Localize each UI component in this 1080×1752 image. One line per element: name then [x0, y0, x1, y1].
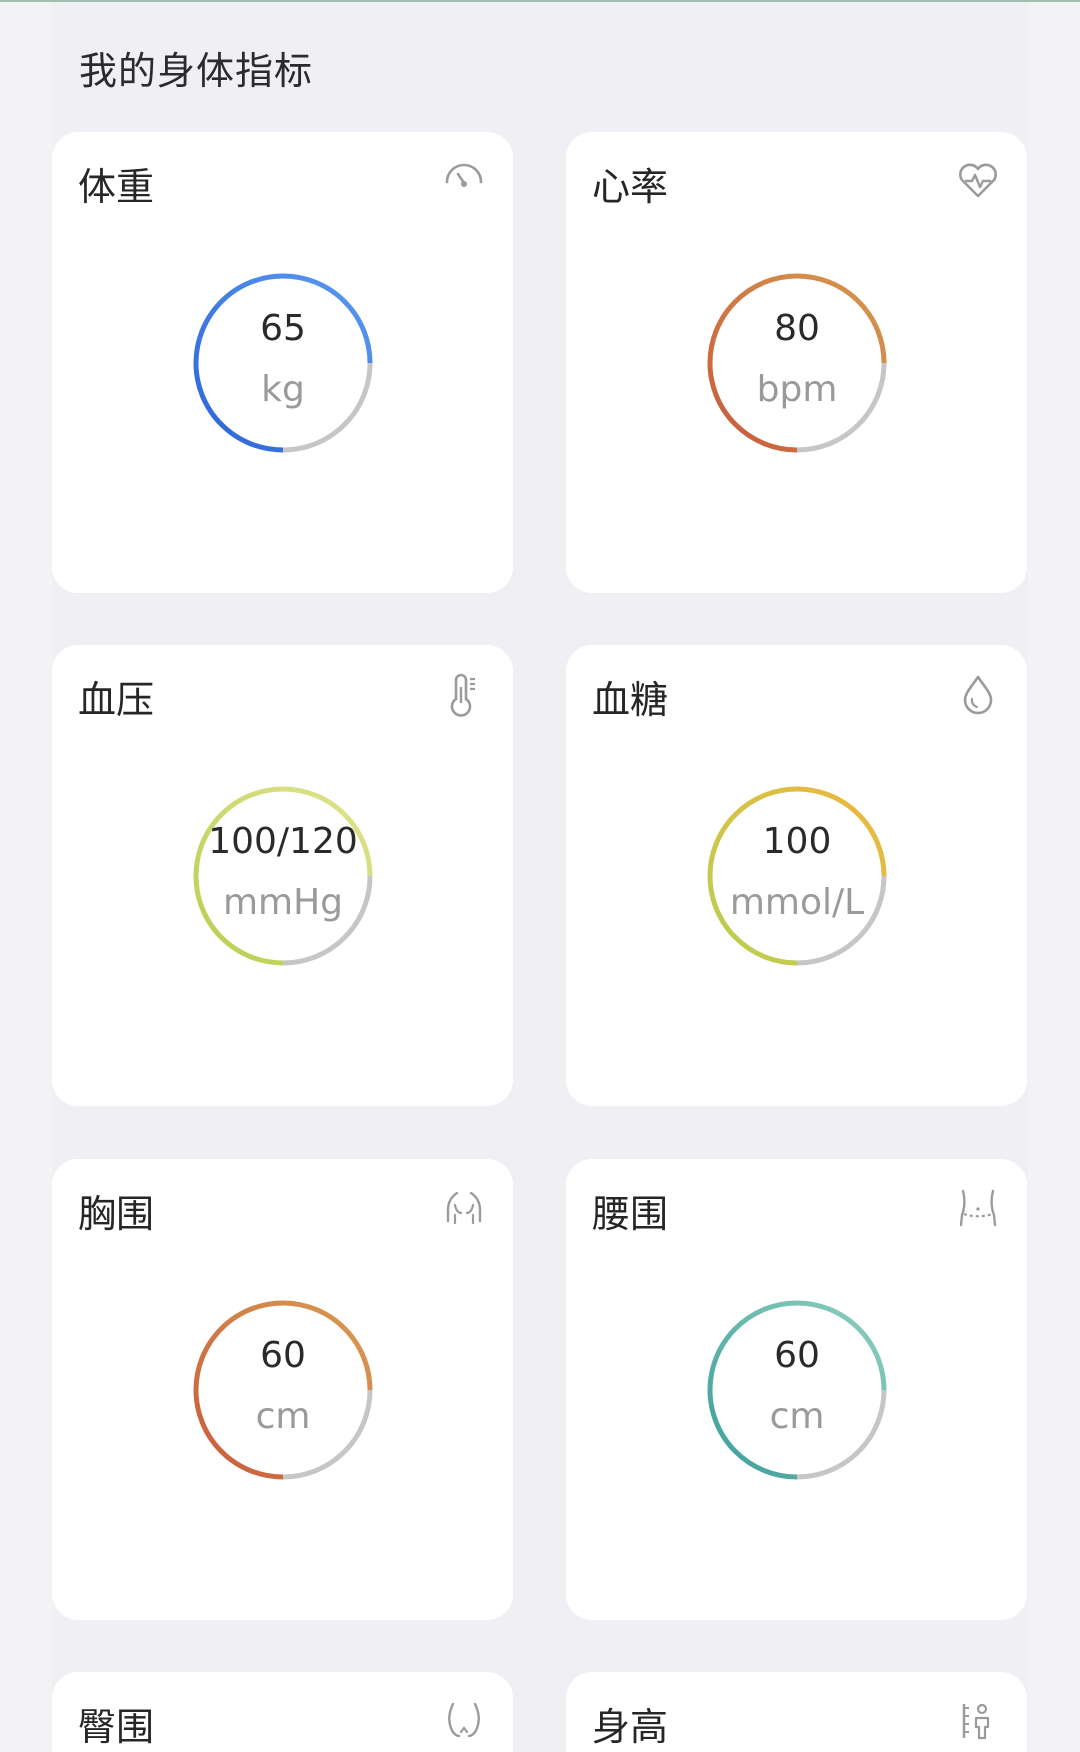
gauge-value: 100: [762, 821, 832, 862]
hip-icon: [439, 1696, 489, 1746]
speedometer-icon: [439, 156, 489, 206]
card-title: 血糖: [592, 678, 669, 722]
gauge-unit: cm: [769, 1396, 825, 1437]
card-title: 臀围: [78, 1705, 155, 1749]
gauge-unit: bpm: [756, 369, 838, 410]
waist-icon: [953, 1183, 1003, 1233]
card-weight[interactable]: 体重 65 kg: [52, 132, 513, 593]
heart-rate-gauge: 80 bpm: [706, 272, 888, 454]
water-drop-icon: [953, 669, 1003, 719]
heart-pulse-icon: [953, 156, 1003, 206]
card-title: 胸围: [78, 1192, 155, 1236]
gauge-unit: mmol/L: [729, 882, 865, 923]
blood-sugar-gauge: 100 mmol/L: [706, 785, 888, 967]
card-hip[interactable]: 臀围: [52, 1672, 513, 1752]
weight-gauge: 65 kg: [192, 272, 374, 454]
card-blood-pressure[interactable]: 血压 100/120 mmHg: [52, 645, 513, 1106]
blood-pressure-gauge: 100/120 mmHg: [192, 785, 374, 967]
page-title: 我的身体指标: [79, 49, 314, 93]
gauge-unit: kg: [261, 369, 305, 410]
card-chest[interactable]: 胸围 60 cm: [52, 1159, 513, 1620]
gauge-value: 60: [260, 1335, 306, 1376]
chest-gauge: 60 cm: [192, 1299, 374, 1481]
card-waist[interactable]: 腰围 60 cm: [566, 1159, 1027, 1620]
card-title: 腰围: [592, 1192, 669, 1236]
gauge-unit: mmHg: [222, 882, 344, 923]
gauge-value: 65: [260, 308, 306, 349]
card-blood-sugar[interactable]: 血糖 100 mmol/L: [566, 645, 1027, 1106]
card-title: 身高: [592, 1705, 669, 1749]
chest-icon: [439, 1183, 489, 1233]
card-title: 体重: [78, 165, 155, 209]
waist-gauge: 60 cm: [706, 1299, 888, 1481]
thermometer-icon: [439, 669, 489, 719]
gauge-unit: cm: [255, 1396, 311, 1437]
card-title: 血压: [78, 678, 155, 722]
gauge-value: 80: [774, 308, 820, 349]
card-heart-rate[interactable]: 心率 80 bpm: [566, 132, 1027, 593]
gauge-value: 100/120: [208, 821, 358, 862]
card-title: 心率: [592, 165, 669, 209]
gauge-value: 60: [774, 1335, 820, 1376]
height-icon: [953, 1696, 1003, 1746]
card-height[interactable]: 身高: [566, 1672, 1027, 1752]
